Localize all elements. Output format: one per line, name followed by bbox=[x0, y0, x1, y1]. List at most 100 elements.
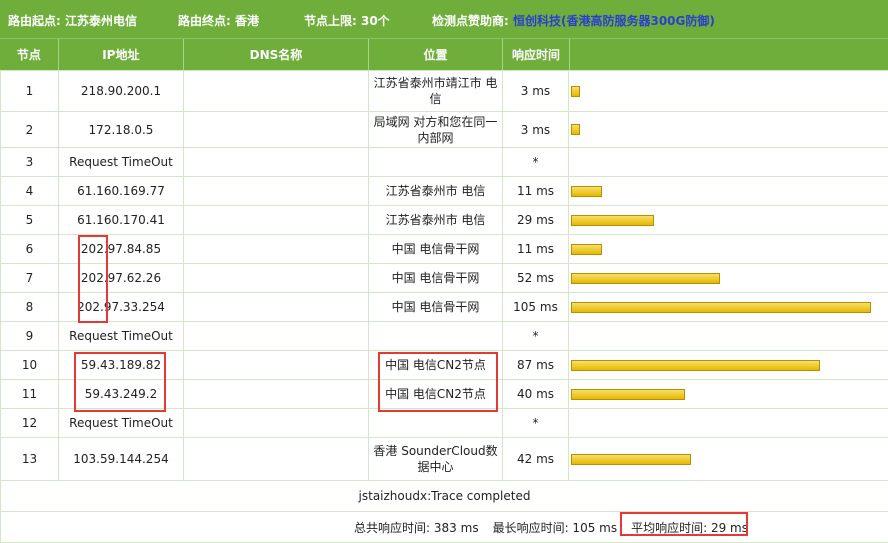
response-time-cell: 3 ms bbox=[503, 112, 569, 148]
response-bar-cell bbox=[569, 235, 888, 264]
location-cell: 中国 电信CN2节点 bbox=[369, 351, 503, 380]
response-time-bar bbox=[571, 273, 720, 284]
node-cell: 5 bbox=[1, 206, 59, 235]
response-time-bar bbox=[571, 360, 820, 371]
summary-total: 总共响应时间: 383 ms bbox=[354, 521, 479, 535]
route-start-label: 路由起点: bbox=[8, 14, 65, 28]
dns-cell bbox=[184, 293, 369, 322]
location-cell: 中国 电信骨干网 bbox=[369, 293, 503, 322]
ip-cell: Request TimeOut bbox=[59, 148, 184, 177]
response-time-cell: * bbox=[503, 322, 569, 351]
ip-cell: 59.43.189.82 bbox=[59, 351, 184, 380]
location-cell bbox=[369, 409, 503, 438]
node-cell: 4 bbox=[1, 177, 59, 206]
response-time-bar bbox=[571, 389, 685, 400]
route-start-value: 江苏泰州电信 bbox=[65, 14, 137, 28]
ip-cell: 172.18.0.5 bbox=[59, 112, 184, 148]
table-row: 3Request TimeOut * bbox=[1, 148, 888, 177]
summary: 总共响应时间: 383 ms 最长响应时间: 105 ms 平均响应时间: 29 m… bbox=[1, 512, 888, 543]
node-limit: 节点上限: 30个 bbox=[304, 12, 390, 29]
summary-row: 总共响应时间: 383 ms 最长响应时间: 105 ms 平均响应时间: 29 m… bbox=[1, 512, 888, 543]
col-dns: DNS名称 bbox=[184, 39, 369, 70]
dns-cell bbox=[184, 322, 369, 351]
col-response-time: 响应时间 bbox=[503, 39, 570, 70]
trace-status-row: jstaizhoudx:Trace completed bbox=[1, 481, 888, 512]
response-time-cell: 29 ms bbox=[503, 206, 569, 235]
trace-status: jstaizhoudx:Trace completed bbox=[1, 481, 888, 512]
response-bar-cell bbox=[569, 351, 888, 380]
location-cell: 香港 SounderCloud数据中心 bbox=[369, 438, 503, 481]
trace-table-body: 1218.90.200.1江苏省泰州市靖江市 电信3 ms2172.18.0.5… bbox=[1, 71, 888, 481]
table-header: 节点 IP地址 DNS名称 位置 响应时间 bbox=[0, 38, 888, 70]
node-cell: 9 bbox=[1, 322, 59, 351]
dns-cell bbox=[184, 409, 369, 438]
table-row: 1059.43.189.82中国 电信CN2节点87 ms bbox=[1, 351, 888, 380]
location-cell bbox=[369, 322, 503, 351]
dns-cell bbox=[184, 206, 369, 235]
summary-avg: 平均响应时间: 29 ms bbox=[631, 521, 748, 535]
response-time-cell: 3 ms bbox=[503, 71, 569, 112]
ip-cell: Request TimeOut bbox=[59, 409, 184, 438]
ip-cell: 202.97.33.254 bbox=[59, 293, 184, 322]
dns-cell bbox=[184, 148, 369, 177]
table-row: 561.160.170.41江苏省泰州市 电信29 ms bbox=[1, 206, 888, 235]
ip-cell: 59.43.249.2 bbox=[59, 380, 184, 409]
location-cell: 中国 电信骨干网 bbox=[369, 264, 503, 293]
table-row: 7202.97.62.26 中国 电信骨干网52 ms bbox=[1, 264, 888, 293]
response-time-cell: 40 ms bbox=[503, 380, 569, 409]
table-row: 6202.97.84.85中国 电信骨干网11 ms bbox=[1, 235, 888, 264]
node-cell: 7 bbox=[1, 264, 59, 293]
location-cell: 中国 电信CN2节点 bbox=[369, 380, 503, 409]
dns-cell bbox=[184, 351, 369, 380]
response-time-bar bbox=[571, 244, 602, 255]
route-end-label: 路由终点: bbox=[178, 14, 235, 28]
location-cell: 中国 电信骨干网 bbox=[369, 235, 503, 264]
location-cell bbox=[369, 148, 503, 177]
sponsor-detail-link[interactable]: (香港高防服务器300G防御) bbox=[561, 14, 715, 28]
response-time-cell: 52 ms bbox=[503, 264, 569, 293]
node-cell: 6 bbox=[1, 235, 59, 264]
response-bar-cell bbox=[569, 264, 888, 293]
node-cell: 12 bbox=[1, 409, 59, 438]
sponsor-name-link[interactable]: 恒创科技 bbox=[513, 14, 561, 28]
response-time-bar bbox=[571, 186, 602, 197]
ip-cell: 103.59.144.254 bbox=[59, 438, 184, 481]
table-row: 1159.43.249.2中国 电信CN2节点40 ms bbox=[1, 380, 888, 409]
ip-cell: 61.160.170.41 bbox=[59, 206, 184, 235]
response-time-bar bbox=[571, 86, 580, 97]
sponsor-label: 检测点赞助商: bbox=[432, 14, 513, 28]
response-time-cell: 11 ms bbox=[503, 177, 569, 206]
location-cell: 江苏省泰州市 电信 bbox=[369, 177, 503, 206]
ip-cell: 202.97.62.26 bbox=[59, 264, 184, 293]
dns-cell bbox=[184, 438, 369, 481]
response-time-cell: * bbox=[503, 148, 569, 177]
table-row: 461.160.169.77 江苏省泰州市 电信11 ms bbox=[1, 177, 888, 206]
response-time-bar bbox=[571, 124, 580, 135]
dns-cell bbox=[184, 71, 369, 112]
response-time-bar bbox=[571, 454, 691, 465]
response-bar-cell bbox=[569, 380, 888, 409]
response-time-cell: 42 ms bbox=[503, 438, 569, 481]
node-cell: 3 bbox=[1, 148, 59, 177]
response-bar-cell bbox=[569, 177, 888, 206]
col-bar bbox=[570, 39, 888, 70]
node-cell: 2 bbox=[1, 112, 59, 148]
response-bar-cell bbox=[569, 293, 888, 322]
summary-max: 最长响应时间: 105 ms bbox=[493, 521, 618, 535]
response-bar-cell bbox=[569, 148, 888, 177]
response-bar-cell bbox=[569, 438, 888, 481]
table-row: 8202.97.33.254中国 电信骨干网105 ms bbox=[1, 293, 888, 322]
response-time-cell: 105 ms bbox=[503, 293, 569, 322]
node-limit-label: 节点上限: bbox=[304, 14, 361, 28]
response-time-bar bbox=[571, 215, 654, 226]
table-row: 13103.59.144.254香港 SounderCloud数据中心42 ms bbox=[1, 438, 888, 481]
dns-cell bbox=[184, 380, 369, 409]
table-row: 2172.18.0.5局域网 对方和您在同一内部网3 ms bbox=[1, 112, 888, 148]
ip-cell: 61.160.169.77 bbox=[59, 177, 184, 206]
dns-cell bbox=[184, 112, 369, 148]
response-bar-cell bbox=[569, 409, 888, 438]
location-cell: 江苏省泰州市靖江市 电信 bbox=[369, 71, 503, 112]
route-end: 路由终点: 香港 bbox=[178, 12, 259, 29]
route-end-value: 香港 bbox=[235, 14, 259, 28]
response-bar-cell bbox=[569, 112, 888, 148]
